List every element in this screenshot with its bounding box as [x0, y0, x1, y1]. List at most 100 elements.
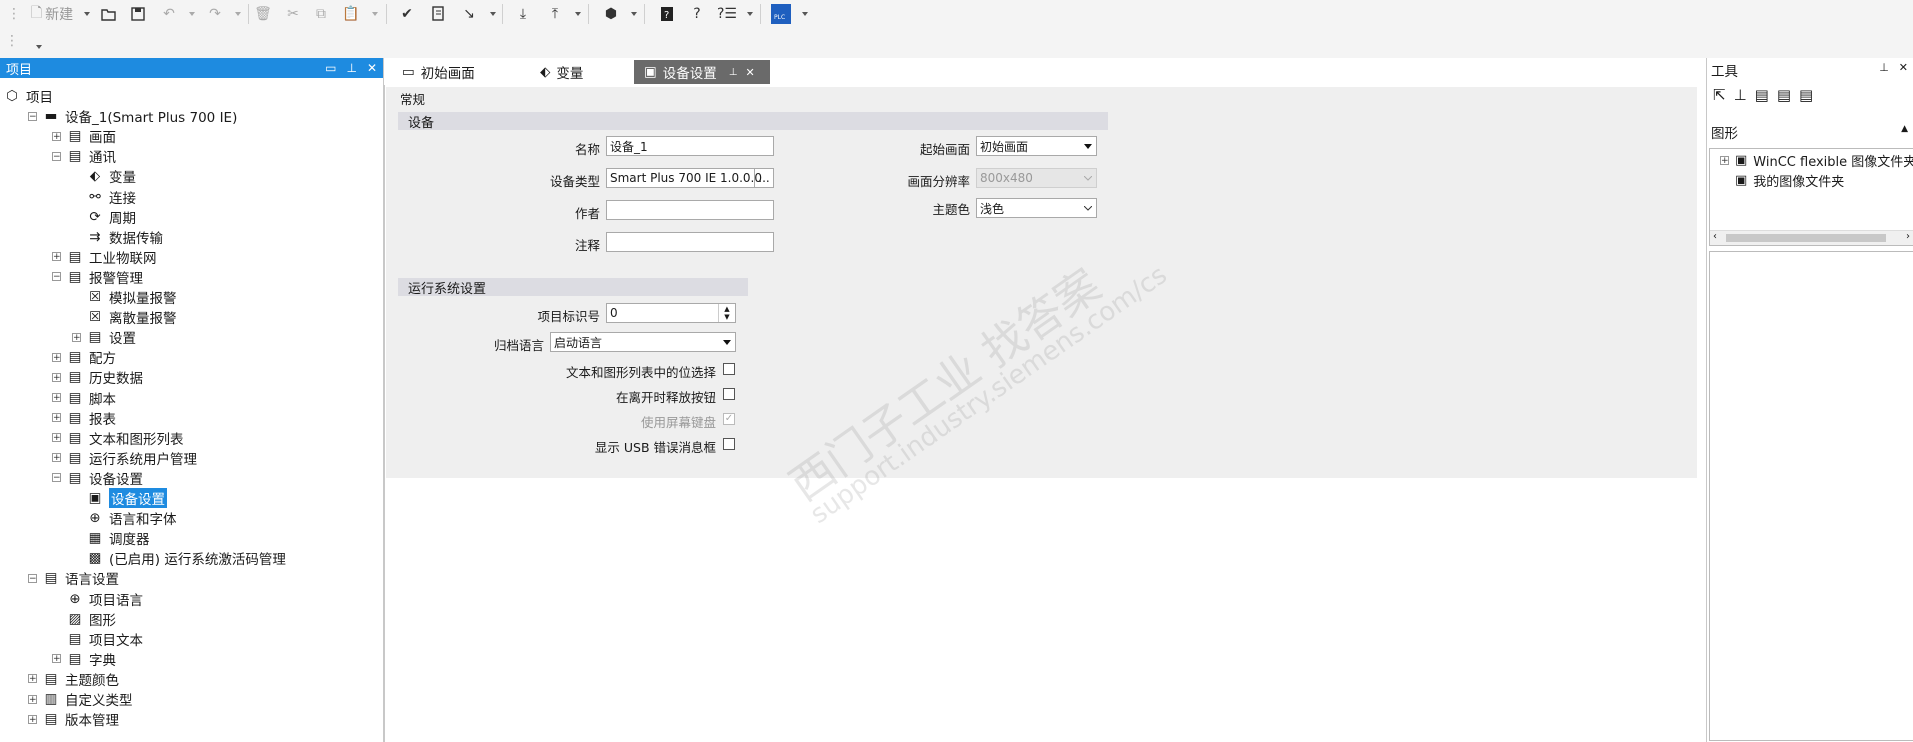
maximize-icon[interactable]: ▭: [325, 61, 336, 75]
tree-item[interactable]: − ▤ 通讯: [52, 146, 116, 166]
pin-icon[interactable]: ⊥: [1879, 61, 1889, 74]
tree-item[interactable]: ⬡ 项目: [4, 86, 53, 106]
tree-item[interactable]: ▦ 调度器: [72, 528, 150, 548]
tree-item[interactable]: + ▤ 脚本: [52, 388, 116, 408]
transfer-mode-button[interactable]: ↘: [458, 3, 480, 25]
pointer-tool-icon[interactable]: ⇱: [1713, 86, 1726, 104]
collapse-icon[interactable]: −: [52, 473, 61, 483]
tree-item[interactable]: − ▤ 语言设置: [28, 568, 119, 588]
search-help-button[interactable]: ?: [686, 3, 708, 25]
collapse-icon[interactable]: −: [28, 573, 37, 583]
tree-item[interactable]: + ▤ 设置: [72, 327, 136, 347]
simulate-button[interactable]: ⬢: [600, 3, 622, 25]
pin-icon[interactable]: ⊥: [346, 61, 356, 75]
tree-item[interactable]: + ▤ 报表: [52, 408, 116, 428]
tree-item[interactable]: ⇉ 数据传输: [72, 227, 163, 247]
undo-button[interactable]: ↶: [158, 3, 180, 25]
chevron-down-icon[interactable]: [1080, 137, 1096, 155]
expand-icon[interactable]: +: [1720, 156, 1729, 166]
tree-item[interactable]: ☒ 离散量报警: [72, 307, 177, 327]
simulate-dropdown-icon[interactable]: [631, 12, 637, 16]
spinner-arrows-icon[interactable]: ▲ ▼: [718, 304, 735, 322]
compile-button[interactable]: ✔: [396, 3, 418, 25]
tree-item[interactable]: ▣ 设备设置: [72, 488, 167, 508]
tree-item[interactable]: ⊕ 语言和字体: [72, 508, 176, 528]
expand-icon[interactable]: +: [52, 393, 61, 403]
close-tab-icon[interactable]: ✕: [745, 66, 754, 79]
paste-dropdown-icon[interactable]: [372, 12, 378, 16]
smart-plc-dropdown-icon[interactable]: [802, 12, 808, 16]
tree-item[interactable]: + ▥ 自定义类型: [28, 689, 133, 709]
start-screen-select[interactable]: 初始画面: [976, 136, 1097, 156]
toolbar2-dropdown-icon[interactable]: [36, 45, 42, 49]
copy-button[interactable]: ⧉: [310, 3, 332, 25]
text-graphic-checkbox[interactable]: [723, 363, 735, 375]
project-id-spinner[interactable]: 0 ▲ ▼: [606, 303, 736, 323]
theme-select[interactable]: 浅色: [976, 198, 1097, 218]
expand-icon[interactable]: +: [52, 433, 61, 443]
tab-device-settings[interactable]: ▣ 设备设置 ⊥ ✕: [634, 60, 770, 84]
tab-tags[interactable]: ⬖ 变量: [530, 60, 593, 84]
help-list-dropdown-icon[interactable]: [747, 12, 753, 16]
horizontal-scrollbar[interactable]: ‹ ›: [1710, 230, 1913, 245]
expand-icon[interactable]: +: [52, 131, 61, 141]
tree-item[interactable]: ▨ 图形: [52, 609, 116, 629]
collapse-icon[interactable]: −: [52, 151, 61, 161]
new-dropdown-icon[interactable]: [84, 12, 90, 16]
stamp-tool-icon[interactable]: ⊥: [1734, 86, 1747, 104]
tree-item[interactable]: ⟳ 周期: [72, 207, 136, 227]
tree-item[interactable]: + ▤ 配方: [52, 347, 116, 367]
download-button[interactable]: ⤓: [512, 3, 534, 25]
expand-icon[interactable]: +: [28, 714, 37, 724]
screen-folder-icon[interactable]: ▤: [1777, 86, 1791, 104]
save-button[interactable]: [127, 3, 149, 25]
redo-button[interactable]: ↷: [204, 3, 226, 25]
upload-button[interactable]: ⤒: [544, 3, 566, 25]
collapse-icon[interactable]: −: [52, 272, 61, 282]
pin-icon[interactable]: ⊥: [729, 67, 738, 78]
device-type-browse-button[interactable]: ...: [754, 169, 773, 187]
expand-icon[interactable]: +: [28, 674, 37, 684]
upload-dropdown-icon[interactable]: [575, 12, 581, 16]
tree-item[interactable]: − ▤ 设备设置: [52, 468, 143, 488]
build-button[interactable]: [428, 3, 450, 25]
delete-button[interactable]: 🗑: [252, 3, 274, 25]
expand-icon[interactable]: +: [52, 654, 61, 664]
tree-item[interactable]: + ▤ 主题颜色: [28, 669, 119, 689]
expand-icon[interactable]: +: [52, 453, 61, 463]
tree-item[interactable]: + ▤ 文本和图形列表: [52, 428, 184, 448]
tree-item[interactable]: + ▤ 运行系统用户管理: [52, 448, 197, 468]
author-input[interactable]: [606, 200, 774, 220]
release-button-checkbox[interactable]: [723, 388, 735, 400]
tab-start-screen[interactable]: ▭ 初始画面: [392, 60, 485, 84]
transfer-mode-dropdown-icon[interactable]: [490, 12, 496, 16]
tree-item[interactable]: + ▤ 画面: [52, 126, 116, 146]
chevron-down-icon[interactable]: [719, 333, 735, 351]
expand-icon[interactable]: +: [28, 694, 37, 704]
graphics-item-wincc[interactable]: + ▣ WinCC flexible 图像文件夹: [1720, 151, 1913, 170]
tree-item[interactable]: ▤ 项目文本: [52, 629, 143, 649]
expand-icon[interactable]: +: [72, 332, 81, 342]
expand-icon[interactable]: +: [52, 372, 61, 382]
collapse-icon[interactable]: −: [28, 111, 37, 121]
expand-icon[interactable]: +: [52, 252, 61, 262]
expand-icon[interactable]: +: [52, 413, 61, 423]
tree-item[interactable]: ☒ 模拟量报警: [72, 287, 177, 307]
close-icon[interactable]: ✕: [1899, 61, 1908, 74]
undo-dropdown-icon[interactable]: [189, 12, 195, 16]
graphics-item-mine[interactable]: ▣ 我的图像文件夹: [1735, 171, 1844, 190]
tree-item[interactable]: − ▬ 设备_1(Smart Plus 700 IE): [28, 106, 237, 126]
archive-lang-select[interactable]: 启动语言: [550, 332, 736, 352]
name-input[interactable]: 设备_1: [606, 136, 774, 156]
redo-dropdown-icon[interactable]: [235, 12, 241, 16]
tree-item[interactable]: + ▤ 字典: [52, 649, 116, 669]
help-list-button[interactable]: ?☰: [716, 3, 738, 25]
tree-item[interactable]: − ▤ 报警管理: [52, 267, 143, 287]
tree-item[interactable]: ⊕ 项目语言: [52, 589, 143, 609]
tree-item[interactable]: ⚯ 连接: [72, 187, 136, 207]
tree-item[interactable]: ▩ (已启用) 运行系统激活码管理: [72, 548, 286, 568]
new-button[interactable]: 🗋 新建: [20, 3, 84, 25]
expand-icon[interactable]: +: [52, 352, 61, 362]
tree-item[interactable]: + ▤ 版本管理: [28, 709, 119, 729]
chevron-down-icon[interactable]: [1080, 199, 1096, 217]
